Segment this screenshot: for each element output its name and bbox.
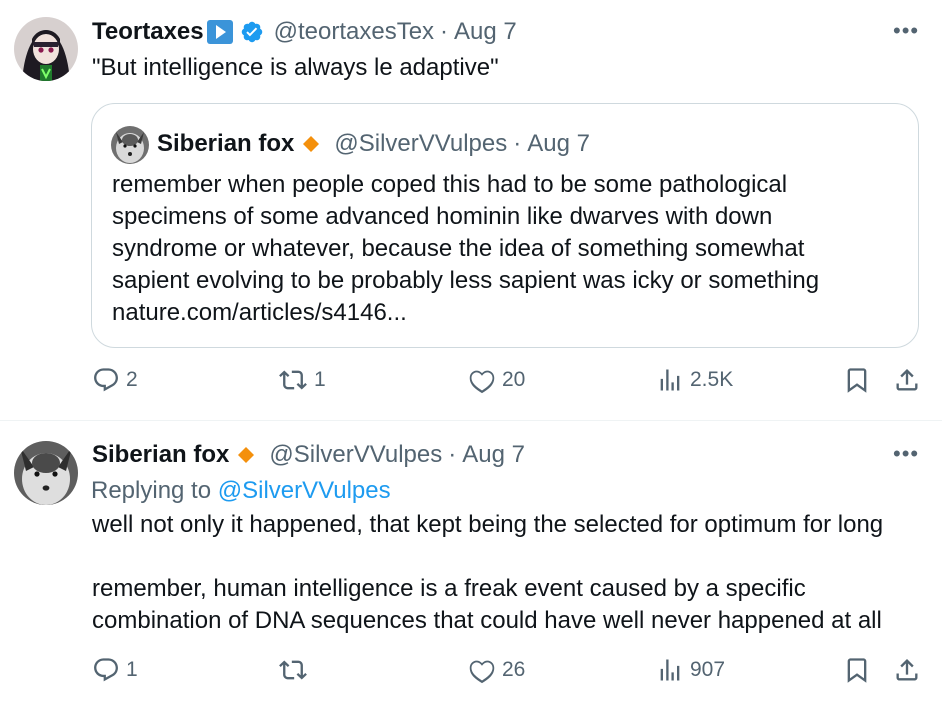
repost-icon (279, 660, 307, 680)
tweet-teortaxes[interactable]: Teortaxes @teortaxesTex · Aug 7 ••• "But… (0, 0, 942, 421)
bookmark-button[interactable] (843, 656, 871, 684)
quoted-tweet[interactable]: Siberian fox @SilverVVulpes · Aug 7 reme… (91, 103, 919, 348)
siberian-fox-avatar[interactable] (14, 441, 78, 505)
reply-count: 2 (126, 368, 138, 391)
repost-count: 1 (314, 368, 326, 391)
tweet-siberian-fox[interactable]: Siberian fox @SilverVVulpes · Aug 7 ••• … (0, 421, 942, 702)
teortaxes-avatar[interactable] (14, 17, 78, 81)
verified-badge-icon[interactable] (240, 20, 264, 44)
heart-icon (469, 370, 495, 394)
quoted-avatar (111, 126, 149, 164)
display-name[interactable]: Siberian fox (92, 439, 229, 471)
share-button[interactable] (893, 366, 921, 394)
quoted-text-line: sapient evolving to be probably less sap… (112, 267, 820, 294)
more-options-icon[interactable]: ••• (893, 441, 919, 467)
reply-button[interactable]: 2 (92, 366, 138, 394)
display-name[interactable]: Teortaxes (92, 16, 204, 48)
action-bar: 1 26 907 (0, 656, 942, 692)
like-count: 20 (502, 368, 526, 391)
share-icon (896, 659, 918, 681)
more-options-icon[interactable]: ••• (893, 18, 919, 44)
views-button[interactable]: 2.5K (656, 366, 733, 394)
replying-to: Replying to @SilverVVulpes (91, 475, 391, 507)
quoted-timestamp: Aug 7 (527, 130, 590, 157)
repost-icon (279, 370, 307, 390)
like-button[interactable]: 26 (468, 656, 525, 684)
timestamp[interactable]: Aug 7 (454, 16, 517, 48)
views-icon (660, 659, 680, 681)
gold-diamond-badge-icon (237, 446, 255, 464)
bookmark-icon (847, 368, 867, 393)
reply-icon (94, 658, 118, 682)
separator-dot: · (448, 441, 457, 468)
tweet-text-line: remember, human intelligence is a freak … (92, 575, 806, 602)
views-button[interactable]: 907 (656, 656, 725, 684)
replying-to-label: Replying to (91, 477, 212, 504)
repost-button[interactable]: 1 (278, 366, 326, 394)
quoted-display-name: Siberian fox (157, 130, 295, 157)
quoted-handle: @SilverVVulpes (334, 130, 508, 157)
view-count: 907 (690, 658, 726, 681)
reply-icon (94, 368, 118, 392)
reply-button[interactable]: 1 (92, 656, 138, 684)
tweet-header: Teortaxes @teortaxesTex · Aug 7 (92, 16, 517, 48)
tweet-text: well not only it happened, that kept bei… (92, 509, 932, 637)
bookmark-icon (847, 658, 867, 683)
separator-dot: · (440, 18, 449, 45)
like-button[interactable]: 20 (468, 366, 525, 394)
quoted-text-line: syndrome or whatever, because the idea o… (112, 235, 805, 262)
quoted-link[interactable]: nature.com/articles/s4146... (112, 297, 892, 329)
quoted-header: Siberian fox @SilverVVulpes · Aug 7 (157, 128, 590, 160)
view-count: 2.5K (690, 368, 734, 391)
share-icon (896, 369, 918, 391)
separator-dot: · (513, 130, 522, 157)
quoted-text: remember when people coped this had to b… (112, 169, 892, 329)
repost-button[interactable] (278, 656, 314, 684)
tweet-text-line: combination of DNA sequences that could … (92, 607, 882, 634)
timestamp[interactable]: Aug 7 (462, 439, 525, 471)
like-count: 26 (502, 658, 526, 681)
handle[interactable]: @SilverVVulpes (269, 439, 442, 471)
action-bar: 2 1 20 2.5K (0, 366, 942, 402)
quoted-text-line: specimens of some advanced hominin like … (112, 203, 773, 230)
tweet-text-line: well not only it happened, that kept bei… (92, 511, 884, 538)
gold-diamond-badge-icon (302, 135, 320, 153)
handle[interactable]: @teortaxesTex (274, 16, 434, 48)
bookmark-button[interactable] (843, 366, 871, 394)
replying-to-mention[interactable]: @SilverVVulpes (218, 477, 391, 504)
reply-count: 1 (126, 658, 138, 681)
share-button[interactable] (893, 656, 921, 684)
heart-icon (469, 660, 495, 684)
play-badge-icon (206, 19, 234, 45)
tweet-header: Siberian fox @SilverVVulpes · Aug 7 (92, 439, 525, 471)
views-icon (660, 369, 680, 391)
tweet-text: "But intelligence is always le adaptive" (92, 54, 499, 81)
quoted-text-line: remember when people coped this had to b… (112, 171, 788, 198)
